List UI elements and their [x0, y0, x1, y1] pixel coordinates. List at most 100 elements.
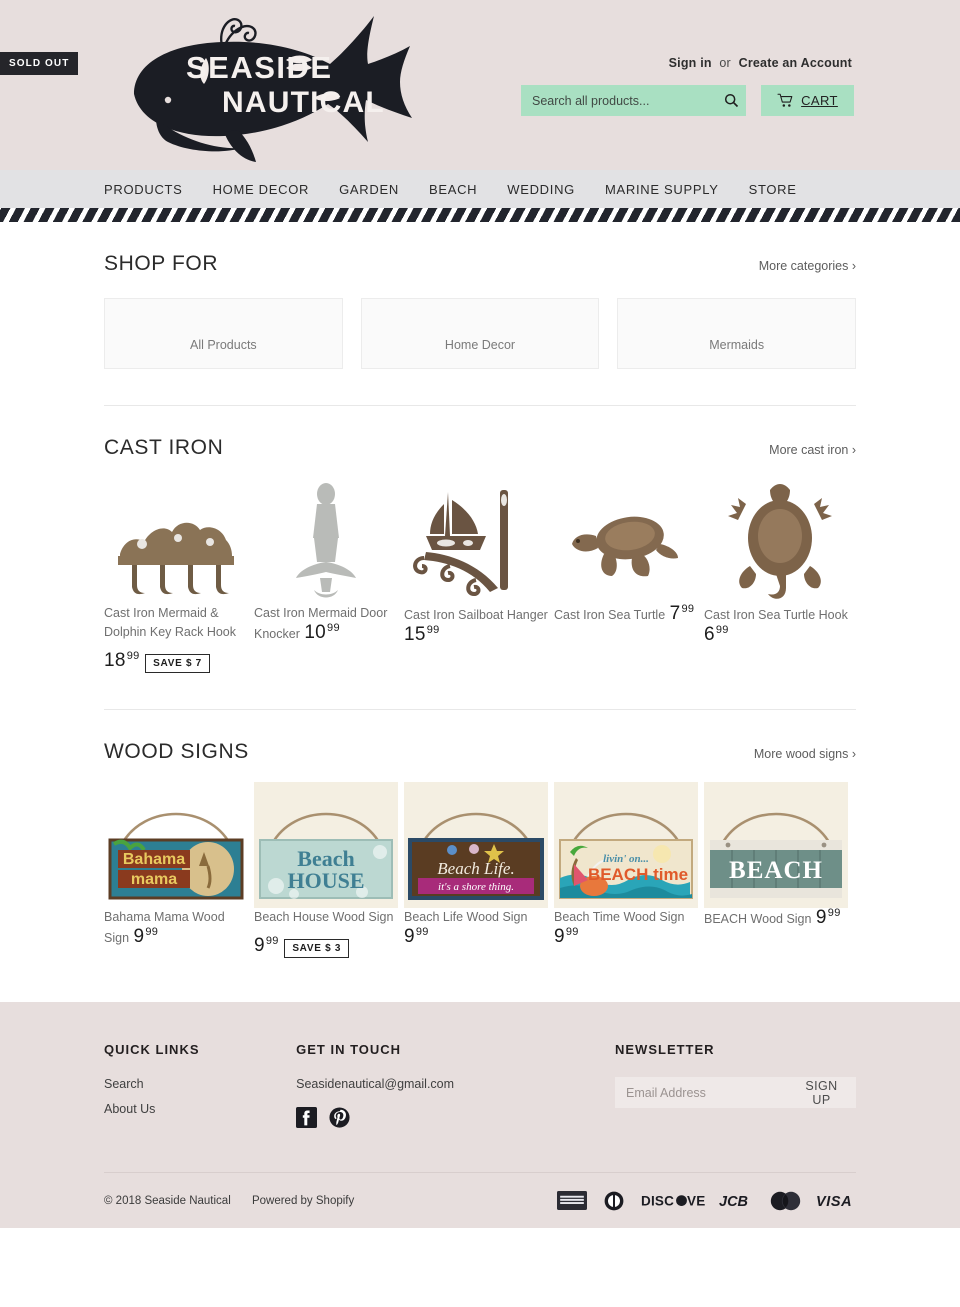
product-title: Bahama Mama Wood Sign: [104, 910, 225, 946]
product-image: BEACH: [704, 782, 848, 908]
wood-signs-title: WOOD SIGNS: [104, 740, 249, 763]
more-categories-link[interactable]: More categories ›: [759, 259, 856, 273]
footer-email-link[interactable]: Seasidenautical@gmail.com: [296, 1077, 615, 1091]
product-image: Beach Life. it's a shore thing.: [404, 782, 548, 908]
cast-iron-title: CAST IRON: [104, 436, 224, 459]
category-card-all-products[interactable]: All Products: [104, 298, 343, 369]
nav-item-products[interactable]: PRODUCTS: [104, 182, 183, 197]
product-card[interactable]: Cast Iron Sea Turtle 799: [554, 478, 698, 673]
product-image: [554, 478, 698, 604]
sign-text-line-1: Beach Life.: [437, 859, 514, 878]
shop-for-header: SHOP FOR More categories ›: [104, 222, 856, 276]
product-card[interactable]: SOLD OUT Cast Iron Mermaid Door Knocker …: [0, 52, 398, 673]
category-card-home-decor[interactable]: Home Decor: [360, 298, 600, 369]
product-price: 799: [670, 603, 695, 624]
sign-in-link[interactable]: Sign in: [669, 56, 712, 70]
product-title: Cast Iron Sailboat Hanger: [404, 608, 548, 622]
more-cast-iron-link[interactable]: More cast iron ›: [769, 443, 856, 457]
newsletter-form[interactable]: SIGN UP: [615, 1077, 856, 1108]
beach-wood-sign-icon: BEACH: [704, 782, 848, 908]
wood-signs-header: WOOD SIGNS More wood signs ›: [104, 710, 856, 764]
svg-text:JCB: JCB: [719, 1194, 748, 1208]
product-price-cents: 99: [715, 624, 729, 636]
footer-link-search[interactable]: Search: [104, 1077, 296, 1091]
product-price-cents: 99: [415, 926, 429, 938]
newsletter-heading: NEWSLETTER: [615, 1042, 715, 1057]
cast-iron-header: CAST IRON More cast iron ›: [104, 406, 856, 460]
discover-icon: DISC VER: [641, 1194, 705, 1209]
nav-item-store[interactable]: STORE: [749, 182, 797, 197]
product-image: [704, 478, 848, 604]
site-logo[interactable]: SEASIDE NAUTICAL: [118, 2, 458, 167]
footer-newsletter: NEWSLETTER SIGN UP: [615, 1042, 856, 1128]
nav-item-wedding[interactable]: WEDDING: [507, 182, 575, 197]
product-price-dollars: 9: [815, 907, 827, 929]
product-card[interactable]: Cast Iron Sailboat Hanger 1599: [404, 478, 548, 673]
nav-item-garden[interactable]: GARDEN: [339, 182, 399, 197]
sign-text-line-1: BEACH: [729, 857, 823, 884]
product-image: Bahama mama: [104, 782, 248, 908]
product-price: 999: [254, 935, 284, 956]
visa-icon: VISA: [816, 1194, 852, 1208]
nav-item-marine-supply[interactable]: MARINE SUPPLY: [605, 182, 719, 197]
wood-signs-section: WOOD SIGNS More wood signs › Bahama mama…: [104, 710, 856, 958]
newsletter-email-input[interactable]: [615, 1077, 787, 1108]
product-save-badge: SAVE $ 7: [145, 654, 210, 673]
logo-text-nautical: NAUTICAL: [222, 86, 385, 119]
quick-links-heading: QUICK LINKS: [104, 1042, 200, 1057]
get-in-touch-heading: GET IN TOUCH: [296, 1042, 402, 1057]
newsletter-signup-button[interactable]: SIGN UP: [787, 1077, 856, 1108]
svg-text:VISA: VISA: [816, 1194, 852, 1208]
product-save-badge: SAVE $ 3: [284, 939, 350, 958]
nav-item-home-decor[interactable]: HOME DECOR: [213, 182, 310, 197]
cast-iron-sea-turtle-hook-icon: [728, 484, 832, 599]
product-card[interactable]: Cast Iron Sea Turtle Hook 699: [704, 478, 848, 673]
search-submit-button[interactable]: [716, 85, 746, 116]
product-price-cents: 99: [681, 603, 695, 615]
sign-text-line-2: HOUSE: [287, 868, 364, 893]
cart-label: CART: [801, 93, 838, 108]
search-icon: [724, 93, 738, 108]
cast-iron-mermaid-dolphin-key-rack-icon: [118, 522, 234, 595]
account-bar: Sign in or Create an Account: [669, 56, 852, 70]
copyright-area: © 2018 Seaside Nautical Powered by Shopi…: [104, 1195, 354, 1207]
product-card[interactable]: Bahama mama Bahama Mama Wood Sign 999: [104, 782, 248, 958]
nav-item-beach[interactable]: BEACH: [429, 182, 477, 197]
powered-by-shopify-link[interactable]: Powered by Shopify: [252, 1195, 354, 1207]
product-price-dollars: 9: [554, 926, 565, 948]
product-price: 999: [133, 926, 158, 947]
footer-quick-links: QUICK LINKS Search About Us: [104, 1042, 296, 1128]
sign-text-line-1: Bahama: [123, 851, 185, 868]
site-header: SEASIDE NAUTICAL Sign in or Create an Ac…: [0, 0, 960, 170]
social-links: [296, 1107, 615, 1128]
american-express-icon: [557, 1191, 587, 1210]
product-price: 1599: [404, 624, 440, 645]
facebook-link[interactable]: [296, 1107, 318, 1128]
more-wood-signs-link[interactable]: More wood signs ›: [754, 747, 856, 761]
shop-for-section: SHOP FOR More categories › All Products …: [104, 222, 857, 406]
cart-button[interactable]: CART: [761, 85, 854, 116]
footer-columns: QUICK LINKS Search About Us GET IN TOUCH…: [104, 1042, 856, 1128]
diners-club-icon: [604, 1191, 624, 1210]
product-card[interactable]: Beach Life. it's a shore thing. Beach Li…: [404, 782, 548, 958]
product-price: 1099: [304, 622, 340, 643]
facebook-icon: [296, 1107, 318, 1128]
search-input[interactable]: [521, 93, 716, 108]
payment-methods: DISC VER JCB VISA: [557, 1191, 856, 1211]
footer-get-in-touch: GET IN TOUCH Seasidenautical@gmail.com: [296, 1042, 615, 1128]
product-title: Beach Time Wood Sign: [554, 910, 685, 924]
product-card[interactable]: livin' on... BEACH time Beach Time Wood …: [554, 782, 698, 958]
category-card-mermaids[interactable]: Mermaids: [617, 298, 857, 369]
product-card[interactable]: Beach HOUSE Beach House Wood Sign 999 SA…: [254, 782, 398, 958]
product-card[interactable]: Cast Iron Mermaid & Dolphin Key Rack Hoo…: [104, 478, 248, 673]
footer-link-about-us[interactable]: About Us: [104, 1102, 296, 1116]
pinterest-link[interactable]: [329, 1107, 350, 1128]
svg-text:DISC: DISC: [641, 1194, 674, 1209]
product-price: 699: [704, 624, 729, 645]
product-price-dollars: 10: [304, 622, 327, 644]
product-title: Cast Iron Sea Turtle: [554, 608, 666, 623]
search-bar[interactable]: [521, 85, 746, 116]
product-card[interactable]: BEACH BEACH Wood Sign 999: [704, 782, 848, 958]
create-account-link[interactable]: Create an Account: [739, 56, 852, 70]
sign-text-line-2: mama: [131, 871, 177, 888]
